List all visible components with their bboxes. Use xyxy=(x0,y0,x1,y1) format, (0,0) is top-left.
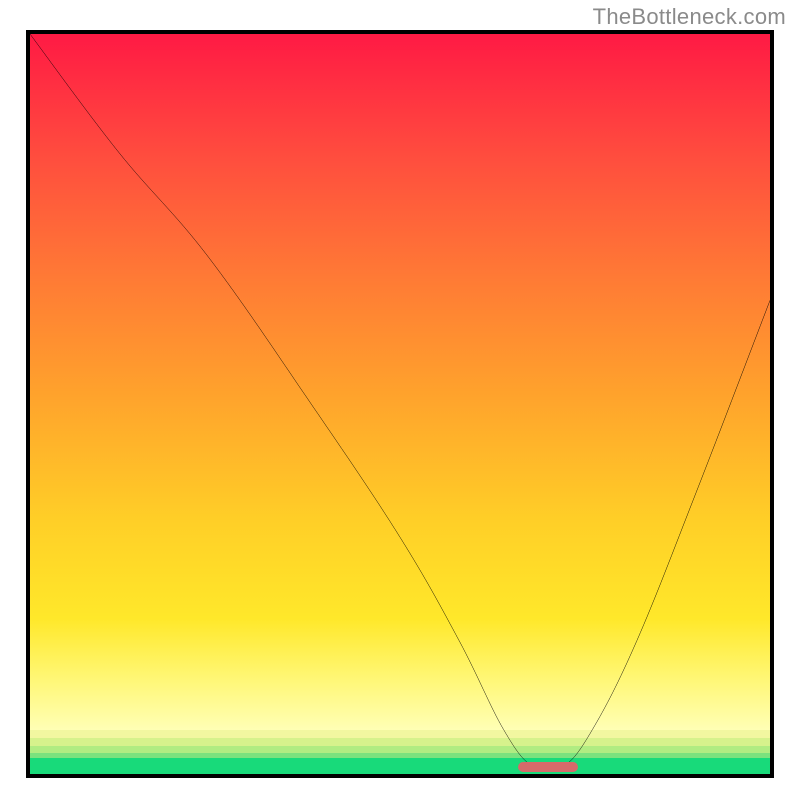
gradient-band xyxy=(30,746,770,753)
chart-frame xyxy=(26,30,774,778)
plot-area xyxy=(30,34,770,774)
gradient-background xyxy=(30,34,770,730)
gradient-band xyxy=(30,758,770,774)
gradient-band xyxy=(30,738,770,745)
optimal-marker xyxy=(518,762,577,772)
attribution-label: TheBottleneck.com xyxy=(593,4,786,30)
gradient-band xyxy=(30,730,770,739)
